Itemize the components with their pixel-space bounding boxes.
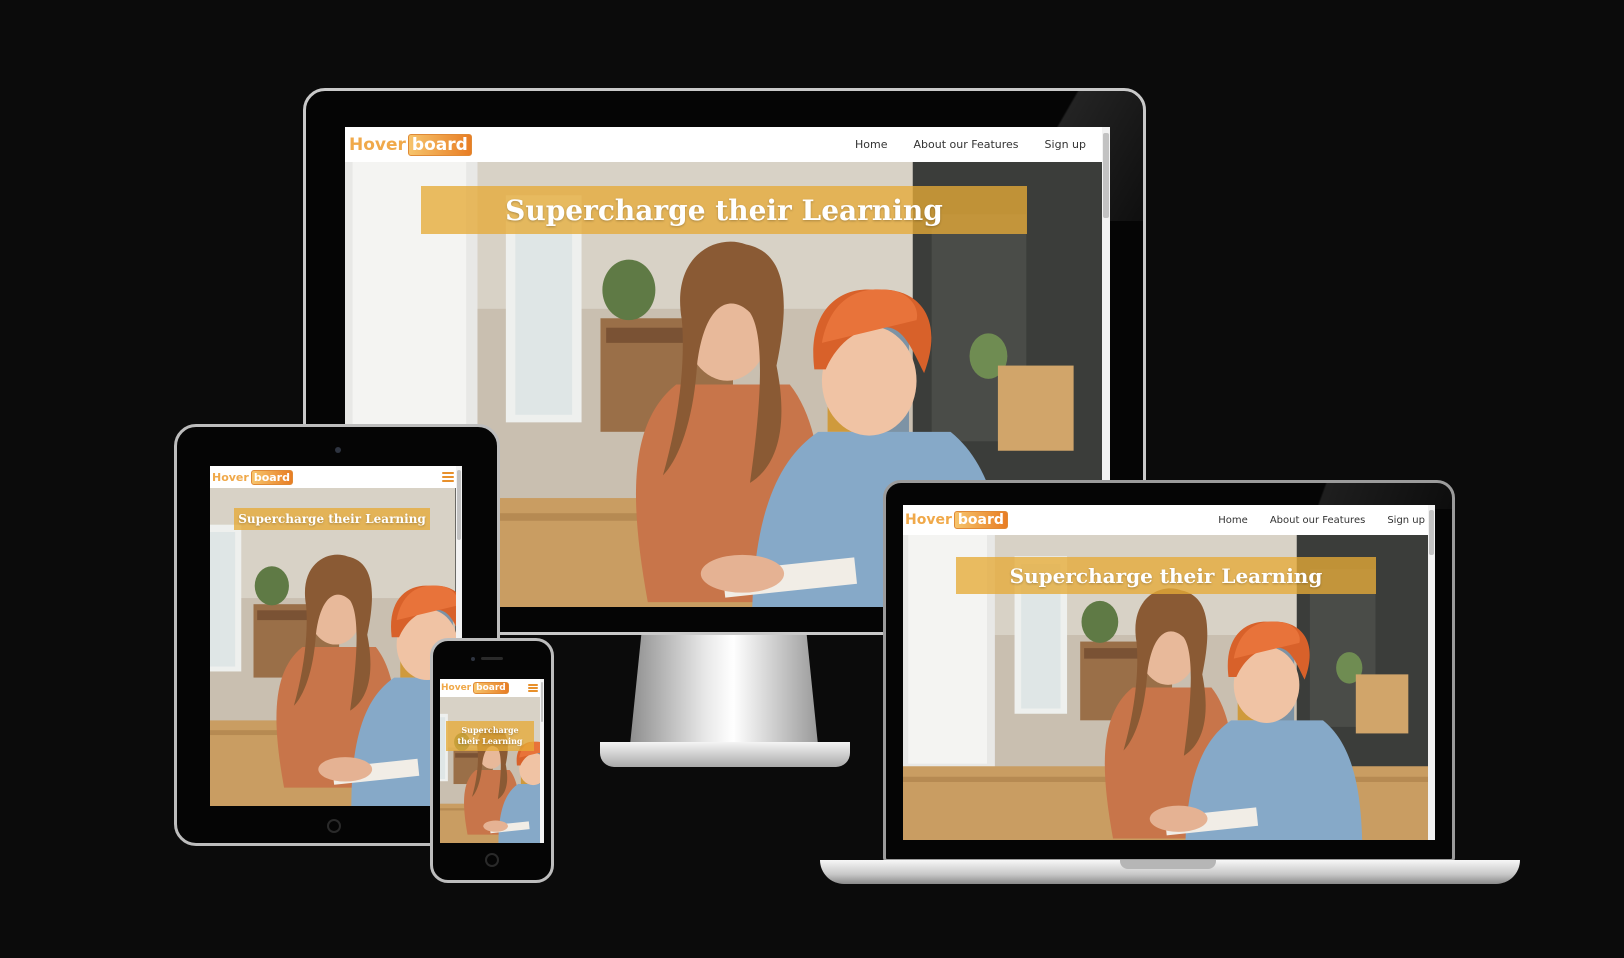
hero-photo (210, 488, 456, 806)
home-button-icon[interactable] (485, 853, 499, 867)
logo-text-hover: Hover (212, 470, 249, 484)
site-logo-laptop[interactable]: Hover board (905, 511, 1008, 529)
hero-title-line-2: their Learning (457, 736, 523, 746)
scrollbar-thumb[interactable] (1103, 133, 1109, 218)
site-logo[interactable]: Hover board (349, 133, 472, 156)
phone-screen: Hover board Supercharge their Learning (440, 679, 544, 843)
laptop-screen: Hover board Home About our Features Sign… (903, 505, 1435, 840)
nav-link-home[interactable]: Home (1218, 515, 1248, 526)
hero-title: Supercharge their Learning (1009, 563, 1323, 588)
nav-link-features[interactable]: About our Features (914, 138, 1019, 151)
nav-link-home[interactable]: Home (855, 138, 887, 151)
scrollbar-phone[interactable] (540, 679, 544, 843)
hero-title: Supercharge their Learning (238, 512, 426, 526)
logo-text-hover: Hover (905, 512, 952, 528)
logo-text-hover: Hover (349, 134, 406, 155)
hero-section-laptop: Supercharge their Learning (903, 535, 1428, 840)
scrollbar-thumb[interactable] (541, 682, 543, 722)
site-header-tablet: Hover board (210, 466, 462, 488)
hamburger-menu-icon[interactable] (442, 472, 454, 482)
monitor-stand-neck (630, 635, 818, 745)
hero-banner-phone: Supercharge their Learning (446, 721, 534, 751)
home-button-icon[interactable] (327, 819, 341, 833)
monitor-stand-base (600, 742, 850, 767)
speaker (481, 657, 503, 660)
logo-text-board: board (473, 682, 509, 694)
site-header: Hover board Home About our Features Sign… (345, 127, 1110, 162)
hamburger-menu-icon[interactable] (528, 684, 538, 692)
tablet-screen: Hover board Supercharge their Learning (210, 466, 462, 806)
hero-photo (440, 697, 540, 843)
hero-section-tablet: Supercharge their Learning (210, 488, 456, 806)
nav-link-signup[interactable]: Sign up (1387, 515, 1425, 526)
logo-text-hover: Hover (441, 683, 472, 693)
hero-banner-laptop: Supercharge their Learning (956, 557, 1376, 594)
nav-menu: Home About our Features Sign up (855, 138, 1086, 151)
scrollbar-thumb[interactable] (457, 470, 461, 540)
logo-text-board: board (250, 469, 293, 485)
nav-link-features[interactable]: About our Features (1270, 515, 1366, 526)
site-logo-phone[interactable]: Hover board (441, 682, 509, 694)
nav-link-signup[interactable]: Sign up (1045, 138, 1086, 151)
laptop-notch (1120, 860, 1216, 869)
hero-title-line-1: Supercharge (461, 725, 519, 735)
hero-title: Supercharge their Learning (505, 193, 943, 227)
scrollbar-thumb[interactable] (1429, 510, 1434, 555)
camera-icon (471, 657, 475, 661)
nav-menu-laptop: Home About our Features Sign up (1218, 515, 1425, 526)
site-header-laptop: Hover board Home About our Features Sign… (903, 505, 1435, 535)
logo-text-board: board (953, 511, 1008, 529)
hero-banner-tablet: Supercharge their Learning (234, 508, 430, 530)
scrollbar-laptop[interactable] (1428, 505, 1435, 840)
hero-section-phone: Supercharge their Learning (440, 697, 540, 843)
camera-icon (335, 447, 341, 453)
logo-text-board: board (407, 133, 472, 156)
site-header-phone: Hover board (440, 679, 544, 697)
site-logo-tablet[interactable]: Hover board (212, 469, 293, 485)
hero-banner: Supercharge their Learning (421, 186, 1027, 234)
